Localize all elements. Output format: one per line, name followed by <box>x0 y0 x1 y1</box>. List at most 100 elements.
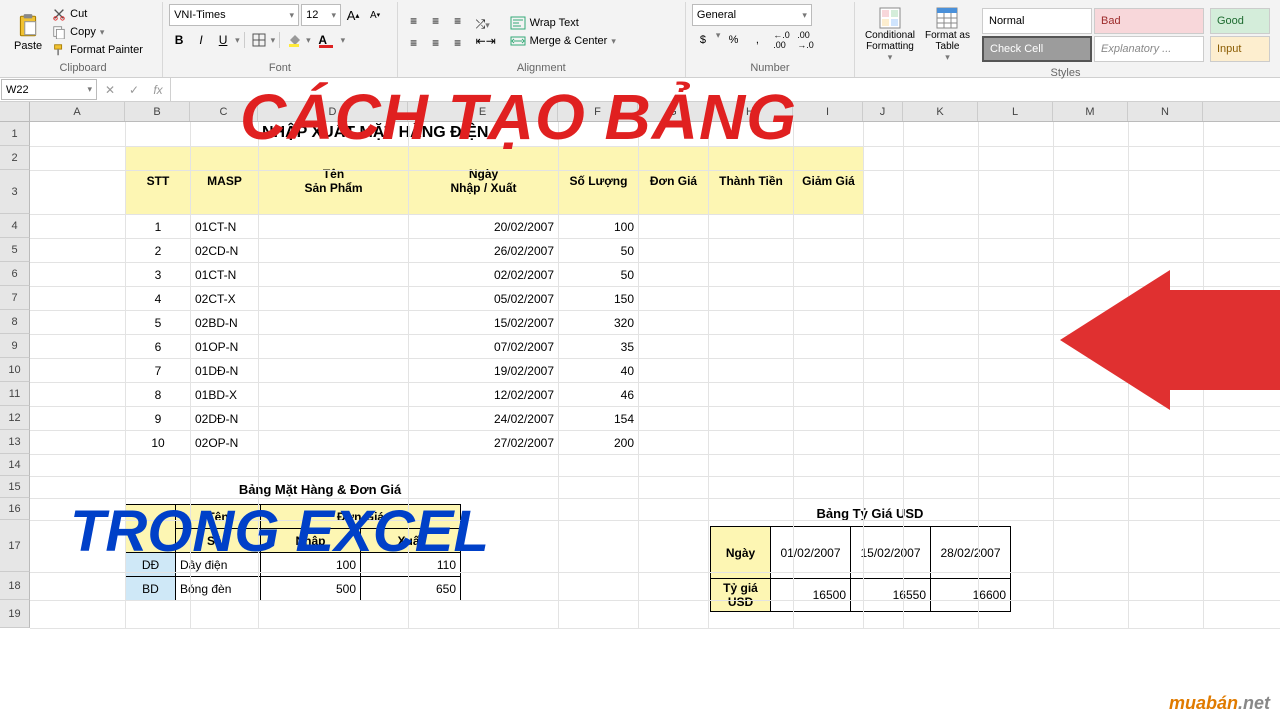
group-clipboard: Paste Cut Copy ▾ Format Painter Clipboar… <box>4 2 163 77</box>
bucket-icon <box>287 33 301 47</box>
cut-button[interactable]: Cut <box>50 6 145 22</box>
currency-button[interactable]: $ <box>692 30 714 50</box>
column-header[interactable]: E <box>408 102 558 121</box>
select-all-corner[interactable] <box>0 102 30 121</box>
style-check-cell[interactable]: Check Cell <box>982 36 1092 62</box>
align-bottom-button[interactable]: ≡ <box>448 11 468 31</box>
orientation-button[interactable]: ⤮▾ <box>476 17 500 32</box>
number-format-select[interactable]: General▾ <box>692 4 812 26</box>
column-header[interactable]: H <box>708 102 793 121</box>
group-label: Clipboard <box>10 60 156 77</box>
group-styles: Conditional Formatting▾ Format as Table▾… <box>855 2 1276 77</box>
row-header[interactable]: 7 <box>0 286 30 310</box>
increase-indent-button[interactable]: ⇥ <box>486 34 496 48</box>
row-header[interactable]: 16 <box>0 498 30 520</box>
column-header[interactable]: I <box>793 102 863 121</box>
row-header[interactable]: 1 <box>0 122 30 146</box>
format-painter-button[interactable]: Format Painter <box>50 42 145 58</box>
row-header[interactable]: 14 <box>0 454 30 476</box>
font-name-select[interactable]: VNI-Times▾ <box>169 4 299 26</box>
column-header[interactable]: B <box>125 102 190 121</box>
copy-button[interactable]: Copy ▾ <box>50 24 145 40</box>
cancel-button[interactable]: ✕ <box>98 83 122 97</box>
decrease-indent-button[interactable]: ⇤ <box>476 34 486 48</box>
row-header[interactable]: 2 <box>0 146 30 170</box>
group-number: General▾ $▾ % , ←.0.00 .00→.0 Number <box>686 2 855 77</box>
row-header[interactable]: 6 <box>0 262 30 286</box>
watermark: muabán.net <box>1169 693 1270 714</box>
column-header[interactable]: K <box>903 102 978 121</box>
merge-center-button[interactable]: Merge & Center ▾ <box>510 34 616 48</box>
paste-button[interactable]: Paste <box>10 10 46 54</box>
column-header[interactable]: J <box>863 102 903 121</box>
cells-area[interactable]: NHẬP XUẤT MẶT HÀNG ĐIỆN STTMASPTên Sản P… <box>30 122 1280 628</box>
table1-title: NHẬP XUẤT MẶT HÀNG ĐIỆN <box>262 124 488 142</box>
table2-title: Bảng Mặt Hàng & Đơn Giá <box>180 482 460 497</box>
style-explanatory[interactable]: Explanatory ... <box>1094 36 1204 62</box>
row-header[interactable]: 13 <box>0 430 30 454</box>
column-header[interactable]: C <box>190 102 258 121</box>
decrease-decimal-button[interactable]: .00→.0 <box>794 30 816 50</box>
style-good[interactable]: Good <box>1210 8 1270 34</box>
align-left-button[interactable]: ≡ <box>404 33 424 53</box>
align-top-button[interactable]: ≡ <box>404 11 424 31</box>
align-right-button[interactable]: ≡ <box>448 33 468 53</box>
column-header[interactable]: M <box>1053 102 1128 121</box>
row-header[interactable]: 15 <box>0 476 30 498</box>
name-box[interactable]: W22▾ <box>1 79 97 100</box>
spreadsheet-grid[interactable]: ABCDEFGHIJKLMN 1234567891011121314151617… <box>0 102 1280 720</box>
wrap-icon <box>510 16 526 30</box>
ribbon: Paste Cut Copy ▾ Format Painter Clipboar… <box>0 0 1280 78</box>
cut-icon <box>52 7 66 21</box>
row-headers: 12345678910111213141516171819 <box>0 122 30 628</box>
row-header[interactable]: 10 <box>0 358 30 382</box>
row-header[interactable]: 9 <box>0 334 30 358</box>
column-header[interactable]: A <box>30 102 125 121</box>
align-center-button[interactable]: ≡ <box>426 33 446 53</box>
formula-bar: W22▾ ✕ ✓ fx <box>0 78 1280 102</box>
border-icon <box>252 33 266 47</box>
align-middle-button[interactable]: ≡ <box>426 11 446 31</box>
comma-button[interactable]: , <box>746 30 768 50</box>
italic-button[interactable]: I <box>191 30 211 50</box>
column-header[interactable]: D <box>258 102 408 121</box>
style-bad[interactable]: Bad <box>1094 8 1204 34</box>
fx-button[interactable]: fx <box>146 83 170 97</box>
wrap-text-button[interactable]: Wrap Text <box>510 16 616 30</box>
grow-font-button[interactable]: A▴ <box>343 5 363 25</box>
formula-input[interactable] <box>171 78 1280 101</box>
row-header[interactable]: 12 <box>0 406 30 430</box>
row-header[interactable]: 19 <box>0 600 30 628</box>
brush-icon <box>52 43 66 57</box>
cond-format-icon <box>877 6 903 30</box>
conditional-formatting-button[interactable]: Conditional Formatting▾ <box>861 4 919 65</box>
merge-icon <box>510 34 526 48</box>
enter-button[interactable]: ✓ <box>122 83 146 97</box>
row-header[interactable]: 17 <box>0 520 30 572</box>
row-header[interactable]: 5 <box>0 238 30 262</box>
row-header[interactable]: 3 <box>0 170 30 214</box>
row-header[interactable]: 8 <box>0 310 30 334</box>
bold-button[interactable]: B <box>169 30 189 50</box>
format-as-table-button[interactable]: Format as Table▾ <box>921 4 974 65</box>
border-button[interactable] <box>249 30 269 50</box>
row-header[interactable]: 11 <box>0 382 30 406</box>
table-products: TênĐơn GiáSảnNhậpXuấtDĐDây điện100110BDB… <box>125 504 461 601</box>
group-alignment: ≡ ≡ ≡ ≡ ≡ ≡ ⤮▾ ⇤ ⇥ Wrap Text Merge & Cen… <box>398 2 686 77</box>
shrink-font-button[interactable]: A▾ <box>365 5 385 25</box>
underline-button[interactable]: U <box>213 30 233 50</box>
percent-button[interactable]: % <box>722 30 744 50</box>
fill-color-button[interactable] <box>284 30 304 50</box>
increase-decimal-button[interactable]: ←.0.00 <box>770 30 792 50</box>
style-normal[interactable]: Normal <box>982 8 1092 34</box>
copy-icon <box>52 25 66 39</box>
column-header[interactable]: L <box>978 102 1053 121</box>
column-header[interactable]: N <box>1128 102 1203 121</box>
row-header[interactable]: 18 <box>0 572 30 600</box>
row-header[interactable]: 4 <box>0 214 30 238</box>
column-header[interactable]: G <box>638 102 708 121</box>
style-input[interactable]: Input <box>1210 36 1270 62</box>
column-header[interactable]: F <box>558 102 638 121</box>
font-size-select[interactable]: 12▾ <box>301 4 341 26</box>
group-font: VNI-Times▾ 12▾ A▴ A▾ B I U ▾ ▾ ▾ A <box>163 2 398 77</box>
